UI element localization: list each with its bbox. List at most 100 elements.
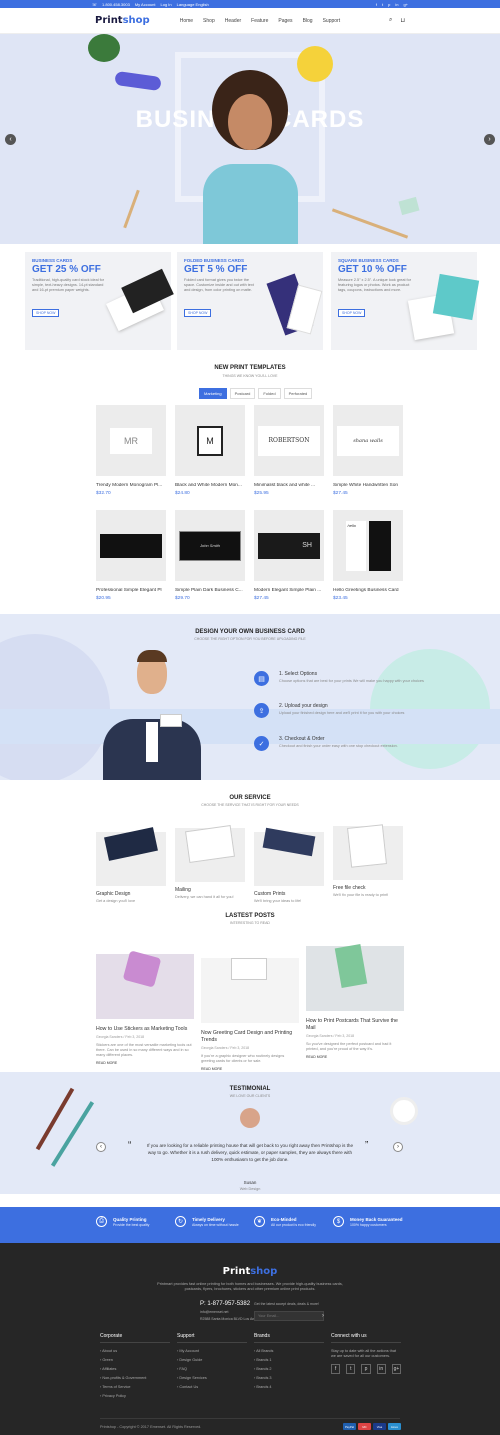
post-card[interactable]: How to Use Stickers as Marketing Tools G… — [96, 936, 194, 1065]
menu-feature[interactable]: Feature — [251, 18, 268, 24]
menu-support[interactable]: Support — [323, 18, 341, 24]
twitter-icon[interactable]: t — [346, 1364, 356, 1374]
promo-card-3[interactable]: SQUARE BUSINESS CARDS GET 10 % OFF Measu… — [331, 252, 480, 350]
footer-link[interactable]: › Privacy Policy — [100, 1394, 170, 1398]
product-image[interactable]: ROBERTSON — [254, 405, 324, 476]
service-image[interactable] — [254, 827, 324, 886]
footer-link[interactable]: › Green — [100, 1358, 170, 1362]
product-image[interactable]: shana walls — [333, 405, 403, 476]
footer-link[interactable]: › Brands 1 — [254, 1358, 324, 1362]
post-title[interactable]: How to Use Stickers as Marketing Tools — [96, 1026, 194, 1033]
service-title[interactable]: Free file check — [333, 885, 403, 891]
send-icon[interactable]: › — [318, 1311, 328, 1321]
footer-link[interactable]: › My Account — [177, 1349, 247, 1353]
product-name[interactable]: Black and White Modern Mon... — [175, 483, 245, 488]
product-card[interactable]: shana walls Simple White Handwritten Son… — [333, 405, 403, 496]
hero-prev-arrow[interactable]: ‹ — [5, 134, 16, 145]
menu-header[interactable]: Header — [225, 18, 241, 24]
footer-link[interactable]: › Contact Us — [177, 1385, 247, 1389]
service-title[interactable]: Mailing — [175, 887, 245, 893]
pinterest-icon[interactable]: p — [388, 2, 390, 7]
service-image[interactable] — [96, 827, 166, 886]
footer-link[interactable]: › All Brands — [254, 1349, 324, 1353]
footer-link[interactable]: › FAQ — [177, 1367, 247, 1371]
testimonial-prev-arrow[interactable]: ‹ — [96, 1142, 106, 1152]
footer-link[interactable]: › Brands 2 — [254, 1367, 324, 1371]
service-image[interactable] — [333, 824, 403, 880]
service-title[interactable]: Custom Prints — [254, 891, 324, 897]
googleplus-icon[interactable]: g+ — [403, 2, 408, 7]
cart-icon[interactable]: ⊔ — [400, 17, 405, 24]
shop-now-button[interactable]: SHOP NOW — [338, 309, 366, 317]
footer-link[interactable]: › Affiliates — [100, 1367, 170, 1371]
language-select[interactable]: Language English — [177, 2, 209, 7]
menu-home[interactable]: Home — [180, 18, 193, 24]
product-name[interactable]: Professional Simple Elegant Pl — [96, 588, 166, 593]
product-card[interactable]: Professional Simple Elegant Pl $20.95 — [96, 510, 166, 601]
footer-link[interactable]: › Brands 4 — [254, 1385, 324, 1389]
search-icon[interactable]: ⌕ — [389, 17, 392, 24]
product-name[interactable]: Simple Plain Dark Business C... — [175, 588, 245, 593]
googleplus-icon[interactable]: g+ — [391, 1364, 402, 1374]
linkedin-icon[interactable]: in — [376, 1364, 386, 1374]
product-card[interactable]: ROBERTSON Minimalist black and white ...… — [254, 405, 324, 496]
post-card[interactable]: How to Print Postcards That Survive the … — [306, 936, 404, 1059]
tab-postcard[interactable]: Postcard — [229, 388, 256, 399]
product-image[interactable]: SH — [254, 510, 324, 581]
shop-now-button[interactable]: SHOP NOW — [32, 309, 60, 317]
product-name[interactable]: Trendy Modern Monogram Pl... — [96, 483, 166, 488]
product-name[interactable]: Modern Elegant Simple Plain ... — [254, 588, 324, 593]
twitter-icon[interactable]: t — [382, 2, 383, 7]
menu-shop[interactable]: Shop — [203, 18, 215, 24]
facebook-icon[interactable]: f — [331, 1364, 341, 1374]
product-image[interactable]: M — [175, 405, 245, 476]
promo-card-1[interactable]: BUSINESS CARDS GET 25 % OFF Traditional,… — [25, 252, 174, 350]
product-image[interactable] — [96, 510, 166, 581]
promo-card-2[interactable]: FOLDED BUSINESS CARDS GET 5 % OFF Folded… — [177, 252, 323, 350]
product-image[interactable]: John Smith — [175, 510, 245, 581]
hero-next-arrow[interactable]: › — [484, 134, 495, 145]
product-card[interactable]: hello Hello Greetings Business Card $23.… — [333, 510, 403, 601]
service-image[interactable] — [175, 824, 245, 882]
product-card[interactable]: MR Trendy Modern Monogram Pl... $32.70 — [96, 405, 166, 496]
tab-marketing[interactable]: Marketing — [199, 388, 227, 399]
footer-link[interactable]: › Terms of Service — [100, 1385, 170, 1389]
post-title[interactable]: Now Greeting Card Design and Printing Tr… — [201, 1030, 299, 1044]
product-card[interactable]: John Smith Simple Plain Dark Business C.… — [175, 510, 245, 601]
product-name[interactable]: Minimalist black and white ... — [254, 483, 324, 488]
testimonial-next-arrow[interactable]: › — [393, 1142, 403, 1152]
login-link[interactable]: Log In — [161, 2, 172, 7]
product-card[interactable]: SH Modern Elegant Simple Plain ... $27.4… — [254, 510, 324, 601]
product-name[interactable]: Hello Greetings Business Card — [333, 588, 403, 593]
read-more-link[interactable]: READ MORE — [96, 1061, 194, 1065]
footer-link[interactable]: › Design Services — [177, 1376, 247, 1380]
product-name[interactable]: Simple White Handwritten Son — [333, 483, 403, 488]
service-title[interactable]: Graphic Design — [96, 891, 166, 897]
footer-link[interactable]: › Design Guide — [177, 1358, 247, 1362]
menu-pages[interactable]: Pages — [278, 18, 292, 24]
pinterest-icon[interactable]: p — [361, 1364, 371, 1374]
menu-blog[interactable]: Blog — [303, 18, 313, 24]
product-card[interactable]: M Black and White Modern Mon... $24.80 — [175, 405, 245, 496]
tab-perforated[interactable]: Perforated — [283, 388, 313, 399]
read-more-link[interactable]: READ MORE — [306, 1055, 404, 1059]
post-image[interactable] — [306, 944, 404, 1011]
my-account-link[interactable]: My Account — [135, 2, 156, 7]
product-image[interactable]: hello — [333, 510, 403, 581]
service-item[interactable]: Custom Prints We'll bring your ideas to … — [254, 818, 324, 903]
service-item[interactable]: Graphic Design Get a design you'll love — [96, 818, 166, 903]
product-image[interactable]: MR — [96, 405, 166, 476]
logo[interactable]: Printshop — [95, 15, 150, 26]
post-image[interactable] — [201, 958, 299, 1023]
read-more-link[interactable]: READ MORE — [201, 1067, 299, 1071]
newsletter-email-input[interactable] — [254, 1311, 324, 1321]
shop-now-button[interactable]: SHOP NOW — [184, 309, 212, 317]
service-item[interactable]: Free file check We'll fix your file is r… — [333, 818, 403, 897]
footer-logo[interactable]: Printshop — [0, 1266, 500, 1277]
post-title[interactable]: How to Print Postcards That Survive the … — [306, 1018, 404, 1032]
footer-link[interactable]: › Non-profits & Government — [100, 1376, 170, 1380]
linkedin-icon[interactable]: in — [395, 2, 398, 7]
service-item[interactable]: Mailing Delivery, we can hand it all for… — [175, 818, 245, 899]
facebook-icon[interactable]: f — [376, 2, 377, 7]
footer-link[interactable]: › Brands 3 — [254, 1376, 324, 1380]
